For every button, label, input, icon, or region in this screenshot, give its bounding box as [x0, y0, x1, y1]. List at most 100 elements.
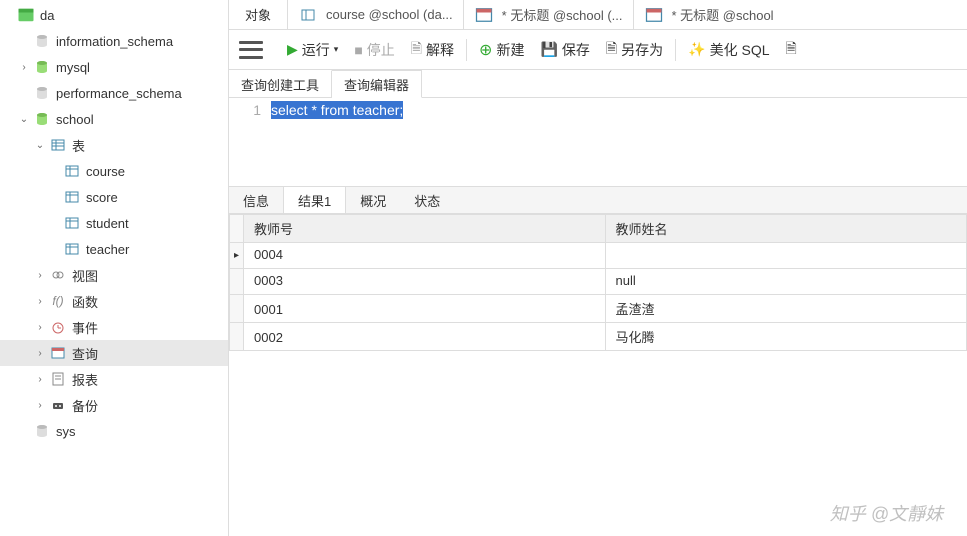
- events-icon: [48, 317, 68, 337]
- tab-result1[interactable]: 结果1: [283, 187, 346, 213]
- reports-node[interactable]: › 报表: [0, 366, 228, 392]
- tab-label: 概况: [360, 191, 386, 210]
- btn-label: 美化 SQL: [710, 40, 770, 60]
- table-group-icon: [48, 135, 68, 155]
- events-node[interactable]: › 事件: [0, 314, 228, 340]
- table-score[interactable]: score: [0, 184, 228, 210]
- spacer: [16, 423, 32, 439]
- cell[interactable]: 孟渣渣: [605, 295, 967, 323]
- tab-info[interactable]: 信息: [229, 187, 283, 213]
- col-header[interactable]: 教师号: [244, 215, 606, 243]
- tab-untitled-1[interactable]: * 无标题 @school (...: [464, 0, 633, 30]
- new-button[interactable]: ⊕ 新建: [473, 36, 530, 64]
- database-icon: [32, 57, 52, 77]
- tab-course[interactable]: course @school (da...: [288, 0, 463, 30]
- table-course[interactable]: course: [0, 158, 228, 184]
- table-icon: [298, 5, 318, 25]
- saveas-icon: 🗎: [606, 38, 617, 62]
- database-tree: da information_schema › mysql performanc…: [0, 0, 229, 536]
- explain-icon: 🗎: [411, 38, 422, 62]
- table-row[interactable]: 0002 马化腾: [230, 323, 967, 351]
- cell[interactable]: 0002: [244, 323, 606, 351]
- table-icon: [62, 187, 82, 207]
- views-node[interactable]: › 视图: [0, 262, 228, 288]
- row-marker: [230, 295, 244, 323]
- tab-profile[interactable]: 概况: [346, 187, 400, 213]
- table-teacher[interactable]: teacher: [0, 236, 228, 262]
- row-marker-header: [230, 215, 244, 243]
- query-icon: [48, 343, 68, 363]
- beautify-button[interactable]: ✨ 美化 SQL: [682, 36, 775, 64]
- btn-label: 解释: [426, 40, 454, 60]
- chevron-down-icon: ⌄: [32, 137, 48, 153]
- db-label: sys: [56, 424, 76, 439]
- saveas-button[interactable]: 🗎 另存为: [600, 34, 669, 66]
- stop-button[interactable]: ■ 停止: [348, 36, 400, 64]
- chevron-down-icon: ⌄: [16, 111, 32, 127]
- db-label: mysql: [56, 60, 90, 75]
- cell[interactable]: 0004: [244, 243, 606, 269]
- btn-label: 停止: [367, 40, 395, 60]
- more-button[interactable]: 🗎: [780, 34, 803, 66]
- tab-untitled-2[interactable]: * 无标题 @school: [634, 0, 784, 30]
- run-button[interactable]: ▶ 运行 ▾: [281, 36, 344, 64]
- cell[interactable]: 0001: [244, 295, 606, 323]
- table-row[interactable]: 0003 null: [230, 269, 967, 295]
- watermark: 知乎 @文靜妹: [830, 500, 943, 526]
- divider: [466, 39, 467, 61]
- table-label: score: [86, 190, 118, 205]
- table-row[interactable]: ▸ 0004: [230, 243, 967, 269]
- db-information-schema[interactable]: information_schema: [0, 28, 228, 54]
- cell[interactable]: [605, 243, 967, 269]
- spacer: [16, 85, 32, 101]
- explain-button[interactable]: 🗎 解释: [405, 34, 460, 66]
- cell[interactable]: 马化腾: [605, 323, 967, 351]
- table-row[interactable]: 0001 孟渣渣: [230, 295, 967, 323]
- queries-node[interactable]: › 查询: [0, 340, 228, 366]
- db-school[interactable]: ⌄ school: [0, 106, 228, 132]
- play-icon: ▶: [287, 41, 298, 58]
- chevron-down-icon: [0, 7, 16, 23]
- plus-icon: ⊕: [479, 40, 492, 60]
- db-sys[interactable]: sys: [0, 418, 228, 444]
- views-label: 视图: [72, 266, 98, 285]
- db-performance-schema[interactable]: performance_schema: [0, 80, 228, 106]
- btn-label: 运行: [302, 40, 330, 60]
- cell[interactable]: 0003: [244, 269, 606, 295]
- result-grid[interactable]: 教师号 教师姓名 ▸ 0004 0003 null 0001 孟渣渣 0002 …: [229, 214, 967, 351]
- tab-query-builder[interactable]: 查询创建工具: [229, 70, 332, 97]
- tables-label: 表: [72, 136, 85, 155]
- col-header[interactable]: 教师姓名: [605, 215, 967, 243]
- table-label: teacher: [86, 242, 129, 257]
- tab-objects[interactable]: 对象: [229, 0, 287, 30]
- database-icon: [32, 83, 52, 103]
- tab-label: 信息: [243, 191, 269, 210]
- save-button[interactable]: 💾 保存: [534, 36, 595, 64]
- functions-label: 函数: [72, 292, 98, 311]
- chevron-right-icon: ›: [32, 267, 48, 283]
- spacer: [16, 33, 32, 49]
- backup-icon: [48, 395, 68, 415]
- backup-node[interactable]: › 备份: [0, 392, 228, 418]
- editor-subtabs: 查询创建工具 查询编辑器: [229, 70, 967, 98]
- sql-editor[interactable]: 1select * from teacher;: [229, 98, 967, 186]
- tab-label: 查询编辑器: [344, 75, 409, 94]
- cell[interactable]: null: [605, 269, 967, 295]
- tab-label: * 无标题 @school: [672, 5, 774, 24]
- tab-label: 对象: [245, 5, 271, 24]
- backup-label: 备份: [72, 396, 98, 415]
- tab-query-editor[interactable]: 查询编辑器: [332, 70, 422, 98]
- connection-node[interactable]: da: [0, 2, 228, 28]
- chevron-right-icon: ›: [16, 59, 32, 75]
- tables-node[interactable]: ⌄ 表: [0, 132, 228, 158]
- tab-status[interactable]: 状态: [400, 187, 454, 213]
- menu-icon[interactable]: [239, 41, 263, 59]
- db-mysql[interactable]: › mysql: [0, 54, 228, 80]
- db-label: school: [56, 112, 94, 127]
- query-icon: [474, 5, 494, 25]
- chevron-right-icon: ›: [32, 319, 48, 335]
- table-label: student: [86, 216, 129, 231]
- query-toolbar: ▶ 运行 ▾ ■ 停止 🗎 解释 ⊕ 新建 💾 保存 🗎 另存为 ✨ 美化 SQ…: [229, 30, 967, 70]
- table-student[interactable]: student: [0, 210, 228, 236]
- functions-node[interactable]: › f() 函数: [0, 288, 228, 314]
